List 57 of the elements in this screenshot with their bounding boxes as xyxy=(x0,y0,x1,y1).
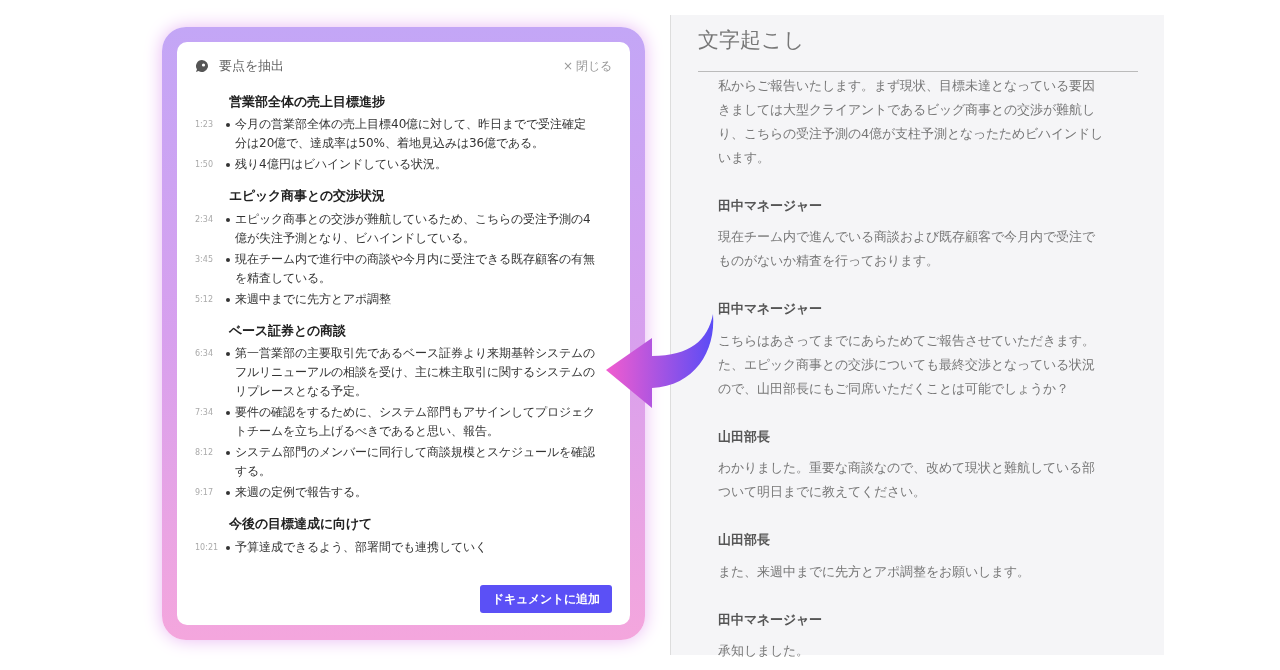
summary-point: 予算達成できるよう、部署間でも連携していく xyxy=(235,538,488,556)
transcript-line: います。 xyxy=(718,148,771,167)
timestamp[interactable]: 5:12 xyxy=(195,289,221,309)
bullet-icon xyxy=(226,411,230,415)
transcript-line: こちらはあさってまでにあらためてご報告させていただきます。 xyxy=(718,331,1096,350)
close-button[interactable]: × 閉じる xyxy=(562,56,612,75)
bullet-icon xyxy=(226,352,230,356)
section-heading: 営業部全体の売上目標進捗 xyxy=(228,92,386,111)
transcript-line: きましては大型クライアントであるビッグ商事との交渉が難航し xyxy=(718,100,1096,119)
transcript-line: ものがないか精査を行っております。 xyxy=(718,252,940,270)
summary-point: 第一営業部の主要取引先であるベース証券より来期基幹システムのフルリニューアルの相談を受け、主に株主取引に関するシステムのリプレースとなる予定。 xyxy=(235,345,596,400)
bullet-icon xyxy=(226,545,230,550)
summary-point: 残り4億円はビハインドしている状況。 xyxy=(235,156,448,173)
transcript-line: り、こちらの受注予測の4億が支柱予測となったためビハインドし xyxy=(718,124,1105,143)
summary-point: 今月の営業部全体の売上目標40億に対して、昨日までで受注確定分は20億で、達成率は50%、着地見込みは36億である。 xyxy=(235,116,588,152)
transcript-title: 文字起こし xyxy=(698,25,1138,72)
summary-point: 現在チーム内で進行中の商談や今月内に受注できる既存顧客の有無を精査している。 xyxy=(235,250,596,287)
timestamp[interactable]: 8:12 xyxy=(195,443,221,462)
speaker-name: 山田部長 xyxy=(718,427,771,446)
bullet-icon xyxy=(226,123,230,127)
speaker-name: 田中マネージャー xyxy=(718,300,823,318)
summary-point: エピック商事との交渉が難航しているため、こちらの受注予測の4億が失注予測となり、ビハインドしている。 xyxy=(235,210,592,247)
timestamp[interactable]: 7:34 xyxy=(195,403,221,422)
transcript-line: 承知しました。 xyxy=(718,642,810,660)
speaker-name: 田中マネージャー xyxy=(718,196,823,215)
panel-title: 要点を抽出 xyxy=(219,57,284,75)
transcript-line: 現在チーム内で進んでいる商談および既存顧客で今月内で受注で xyxy=(718,228,1096,246)
section-heading: ベース証券との商談 xyxy=(228,321,347,340)
timestamp[interactable]: 3:45 xyxy=(195,249,221,269)
section-heading: エピック商事との交渉状況 xyxy=(228,187,386,205)
transcript-line: わかりました。重要な商談なので、改めて現状と難航している部 xyxy=(718,459,1096,477)
speaker-name: 山田部長 xyxy=(718,531,771,549)
timestamp[interactable]: 1:50 xyxy=(195,155,221,174)
timestamp[interactable]: 2:34 xyxy=(195,209,221,229)
transcript-line: ついて明日までに教えてください。 xyxy=(718,483,927,501)
summary-point: 来週中までに先方とアポ調整 xyxy=(235,290,392,308)
timestamp[interactable]: 9:17 xyxy=(195,483,221,502)
summary-point: 来週の定例で報告する。 xyxy=(235,484,368,501)
transcript-line: ので、山田部長にもご同席いただくことは可能でしょうか？ xyxy=(718,379,1070,398)
bullet-icon xyxy=(226,491,230,495)
transcript-line: 私からご報告いたします。まず現状、目標未達となっている要因 xyxy=(718,76,1096,95)
add-to-document-button[interactable]: ドキュメントに追加 xyxy=(480,585,612,613)
summary-point: システム部門のメンバーに同行して商談規模とスケジュールを確認する。 xyxy=(235,444,596,480)
chat-bubble-icon xyxy=(195,58,209,73)
bullet-icon xyxy=(226,451,230,455)
bullet-icon xyxy=(226,163,230,167)
transcript-line: また、来週中までに先方とアポ調整をお願いします。 xyxy=(718,562,1031,581)
bullet-icon xyxy=(226,217,230,222)
section-heading: 今後の目標達成に向けて xyxy=(228,515,373,533)
timestamp[interactable]: 6:34 xyxy=(195,344,221,363)
timestamp[interactable]: 10:21 xyxy=(195,537,221,557)
speaker-name: 田中マネージャー xyxy=(718,610,823,629)
transcript-line: た、エピック商事との交渉についても最終交渉となっている状況 xyxy=(718,355,1096,374)
bullet-icon xyxy=(226,257,230,262)
summary-point: 要件の確認をするために、システム部門もアサインしてプロジェクトチームを立ち上げるべきであると思い、報告。 xyxy=(235,404,596,440)
timestamp[interactable]: 1:23 xyxy=(195,115,221,134)
bullet-icon xyxy=(226,297,230,302)
